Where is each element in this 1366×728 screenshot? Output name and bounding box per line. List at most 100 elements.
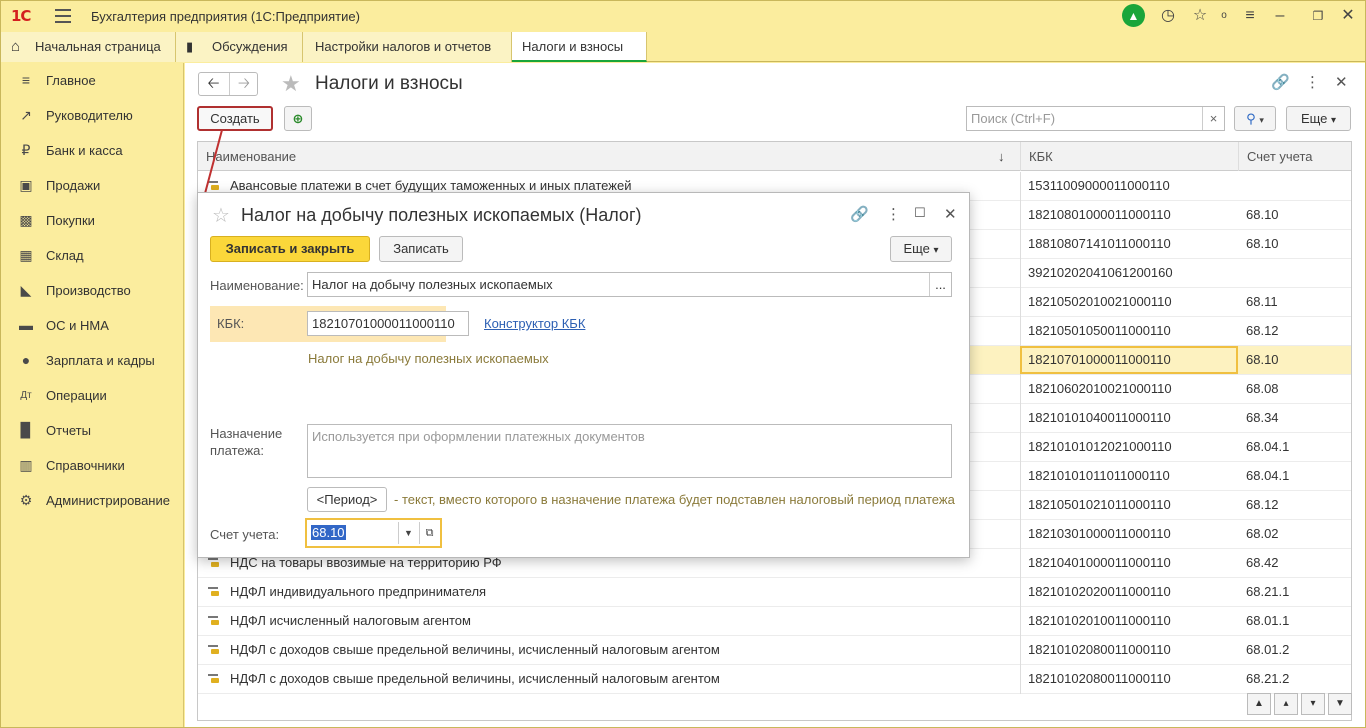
row-kbk: 18210102080011000110 <box>1028 671 1171 686</box>
cell-divider <box>1020 230 1021 259</box>
sort-arrow-icon[interactable]: ↓ <box>998 149 1005 164</box>
table-header: Наименование ↓ КБК Счет учета <box>198 142 1351 171</box>
sidebar-item-admin[interactable]: ⚙ Администрирование <box>1 483 184 518</box>
table-row[interactable]: НДФЛ исчисленный налоговым агентом 182101… <box>198 607 1351 636</box>
link-icon[interactable]: 🔗 <box>1271 73 1290 91</box>
period-button[interactable]: <Период> <box>307 487 387 512</box>
sidebar-item-label: Главное <box>46 73 96 88</box>
info-icon[interactable]: o <box>1212 4 1236 28</box>
copy-add-icon[interactable]: ⊕ <box>284 106 312 131</box>
table-row[interactable]: НДФЛ индивидуального предпринимателя 1821… <box>198 578 1351 607</box>
main-menu-icon[interactable] <box>55 9 71 23</box>
sidebar-item-label: Производство <box>46 283 131 298</box>
account-value: 68.10 <box>311 525 346 540</box>
tab-label: Налоги и взносы <box>522 39 624 54</box>
settings-menu-icon[interactable]: ≡ <box>1238 4 1262 28</box>
table-row[interactable]: НДФЛ с доходов свыше предельной величины… <box>198 665 1351 694</box>
sidebar-item-manager[interactable]: ↗ Руководителю <box>1 98 184 133</box>
row-name: НДФЛ индивидуального предпринимателя <box>230 584 487 599</box>
sidebar-item-production[interactable]: ◣ Производство <box>1 273 184 308</box>
forward-arrow-icon[interactable]: 🡢 <box>229 73 258 95</box>
sidebar-item-salary[interactable]: ● Зарплата и кадры <box>1 343 184 378</box>
history-icon[interactable]: ◷ <box>1156 4 1180 28</box>
create-button[interactable]: Создать <box>197 106 273 131</box>
sidebar-item-sales[interactable]: ▣ Продажи <box>1 168 184 203</box>
row-account: 68.08 <box>1246 381 1279 396</box>
table-row[interactable]: НДФЛ с доходов свыше предельной величины… <box>198 636 1351 665</box>
account-field[interactable]: 68.10 ▼ ⧉ <box>305 518 442 548</box>
row-kbk: 18210301000011000110 <box>1028 526 1171 541</box>
sidebar-item-catalogs[interactable]: ▥ Справочники <box>1 448 184 483</box>
factory-icon: ◣ <box>20 282 32 298</box>
column-header-account[interactable]: Счет учета <box>1238 142 1313 171</box>
more-vertical-icon[interactable]: ⋮ <box>886 205 901 223</box>
close-icon[interactable]: ✕ <box>944 205 957 223</box>
column-header-kbk[interactable]: КБК <box>1020 142 1053 171</box>
row-account: 68.21.2 <box>1246 671 1290 686</box>
scroll-top-icon[interactable]: ▲ <box>1247 693 1271 715</box>
sidebar-item-main[interactable]: ≡ Главное <box>1 63 184 98</box>
sidebar-item-assets[interactable]: ▬ ОС и НМА <box>1 308 184 343</box>
cell-divider <box>1020 201 1021 230</box>
restore-icon[interactable]: ❐ <box>1306 4 1330 28</box>
cart-icon: ▩ <box>19 212 33 228</box>
row-kbk: 18210102080011000110 <box>1028 642 1171 657</box>
minimize-icon[interactable]: – <box>1268 4 1292 28</box>
row-name: НДФЛ исчисленный налоговым агентом <box>230 613 471 628</box>
row-account: 68.04.1 <box>1246 468 1290 483</box>
dialog-more-button[interactable]: Еще ▾ <box>890 236 952 262</box>
kbk-field[interactable]: 18210701000011000110 <box>307 311 469 336</box>
favorite-star-icon[interactable]: ★ <box>281 71 301 97</box>
sidebar-item-operations[interactable]: Дт Операции <box>1 378 184 413</box>
cell-divider <box>1020 288 1021 317</box>
tab-label: Обсуждения <box>212 39 288 54</box>
row-kbk: 18210101011011000110 <box>1028 468 1170 483</box>
search-button[interactable]: ⚲ ▾ <box>1234 106 1276 131</box>
more-label: Еще <box>903 241 930 256</box>
select-button[interactable]: ... <box>929 273 951 296</box>
chevron-down-icon: ▾ <box>933 245 939 256</box>
row-kbk: 18210502010021000110 <box>1028 294 1172 309</box>
search-input[interactable]: Поиск (Ctrl+F) × <box>966 106 1225 131</box>
tab-discussions[interactable]: ▮ Обсуждения <box>176 32 303 62</box>
tab-label: Настройки налогов и отчетов <box>315 39 492 54</box>
more-label: Еще <box>1300 111 1328 126</box>
scroll-down-icon[interactable]: ▾ <box>1301 693 1325 715</box>
sidebar: ≡ Главное ↗ Руководителю ₽ Банк и касса ▣ Пр… <box>1 63 184 727</box>
sidebar-item-reports[interactable]: ▉ Отчеты <box>1 413 184 448</box>
sidebar-item-purchases[interactable]: ▩ Покупки <box>1 203 184 238</box>
tab-home[interactable]: ⌂ Начальная страница <box>1 32 176 62</box>
row-kbk: 18210801000011000110 <box>1028 207 1171 222</box>
notification-bell-icon[interactable]: ▲ <box>1122 4 1145 27</box>
name-field[interactable]: Налог на добычу полезных ископаемых ... <box>307 272 952 297</box>
save-button[interactable]: Записать <box>379 236 463 262</box>
ruble-icon: ₽ <box>21 142 31 158</box>
more-vertical-icon[interactable]: ⋮ <box>1305 73 1320 91</box>
tab-taxes[interactable]: Налоги и взносы ✕ <box>512 32 647 83</box>
scroll-bottom-icon[interactable]: ▼ <box>1328 693 1352 715</box>
sidebar-item-bank[interactable]: ₽ Банк и касса <box>1 133 184 168</box>
save-and-close-button[interactable]: Записать и закрыть <box>210 236 370 262</box>
row-name: НДФЛ с доходов свыше предельной величины… <box>230 642 720 657</box>
kbk-constructor-link[interactable]: Конструктор КБК <box>484 316 585 331</box>
payment-purpose-textarea[interactable]: Используется при оформлении платежных до… <box>307 424 952 478</box>
scroll-up-icon[interactable]: ▴ <box>1274 693 1298 715</box>
maximize-icon[interactable]: ☐ <box>914 205 926 221</box>
clear-search-icon[interactable]: × <box>1202 107 1224 130</box>
row-account: 68.12 <box>1246 323 1279 338</box>
back-arrow-icon[interactable]: 🡠 <box>199 73 228 95</box>
close-icon[interactable]: ✕ <box>1335 73 1348 91</box>
sidebar-item-warehouse[interactable]: ▦ Склад <box>1 238 184 273</box>
favorite-star-icon[interactable]: ☆ <box>212 203 230 228</box>
more-button[interactable]: Еще ▾ <box>1286 106 1351 131</box>
close-window-icon[interactable]: ✕ <box>1336 4 1360 28</box>
dropdown-arrow-icon[interactable]: ▼ <box>398 522 418 544</box>
tab-tax-settings[interactable]: Настройки налогов и отчетов <box>303 32 512 62</box>
link-icon[interactable]: 🔗 <box>850 205 869 223</box>
purpose-label: Назначение платежа: <box>210 425 282 459</box>
open-icon[interactable]: ⧉ <box>419 522 439 544</box>
tax-dialog: ☆ Налог на добычу полезных ископаемых (Н… <box>197 192 970 558</box>
warehouse-icon: ▦ <box>19 247 33 263</box>
favorites-star-icon[interactable]: ☆ <box>1188 4 1212 28</box>
row-kbk: 39210202041061200160 <box>1028 265 1173 280</box>
